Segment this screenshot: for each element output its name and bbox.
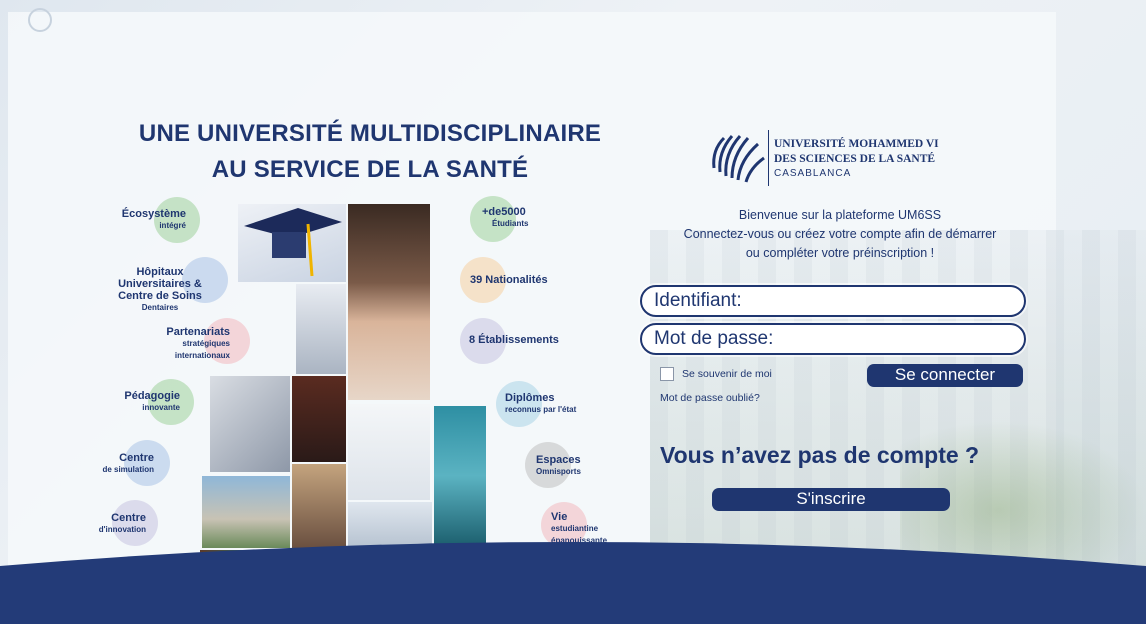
headline-line-1: UNE UNIVERSITÉ MULTIDISCIPLINAIRE — [138, 120, 602, 147]
no-account-heading: Vous n’avez pas de compte ? — [660, 442, 980, 468]
bottom-wave-decoration — [0, 542, 1146, 624]
signup-button[interactable]: S'inscrire — [712, 488, 950, 511]
feature-label-simulation: Centre de simulation — [102, 452, 154, 474]
robot-body-photo — [210, 376, 290, 472]
password-label: Mot de passe: — [654, 328, 774, 349]
feature-label-pedagogie: Pédagogie innovante — [124, 390, 180, 412]
password-field[interactable]: Mot de passe: — [640, 323, 1026, 355]
promo-headline: UNE UNIVERSITÉ MULTIDISCIPLINAIRE AU SER… — [120, 116, 620, 188]
feature-label-espaces: Espaces Omnisports — [536, 454, 581, 476]
remember-me-checkbox[interactable] — [660, 367, 674, 381]
welcome-line-2: Connectez-vous ou créez votre compte afi… — [683, 227, 997, 241]
logo-divider — [768, 130, 769, 186]
logo-line-1: UNIVERSITÉ MOHAMMED VI — [774, 138, 939, 150]
welcome-message: Bienvenue sur la plateforme UM6SS Connec… — [660, 206, 1020, 263]
robot-face-photo — [296, 284, 346, 374]
student-face-photo — [348, 204, 430, 400]
feature-label-diplomes: Diplômes reconnus par l'état — [505, 392, 577, 414]
logo-line-3: CASABLANCA — [774, 168, 852, 179]
remember-me: Se souvenir de moi — [660, 367, 772, 381]
logo-line-2: DES SCIENCES DE LA SANTÉ — [774, 153, 936, 165]
university-logo-text: UNIVERSITÉ MOHAMMED VI DES SCIENCES DE L… — [774, 137, 939, 181]
graduation-cap-photo — [238, 204, 346, 282]
welcome-line-1: Bienvenue sur la plateforme UM6SS — [738, 208, 942, 222]
doctor-stethoscope-photo — [348, 404, 430, 500]
forgot-password-link[interactable]: Mot de passe oublié? — [660, 392, 760, 404]
headphones-photo — [292, 376, 346, 462]
um6ss-logo-icon — [712, 135, 765, 183]
username-field[interactable]: Identifiant: — [640, 285, 1026, 317]
welcome-line-3: ou compléter votre préinscription ! — [745, 246, 935, 260]
headline-line-2: AU SERVICE DE LA SANTÉ — [211, 156, 529, 183]
login-button[interactable]: Se connecter — [867, 364, 1023, 387]
feature-label-ecosysteme: Écosystème intégré — [121, 208, 186, 230]
remember-me-label: Se souvenir de moi — [682, 368, 772, 380]
username-label: Identifiant: — [654, 290, 742, 311]
decorative-circle — [28, 8, 52, 32]
